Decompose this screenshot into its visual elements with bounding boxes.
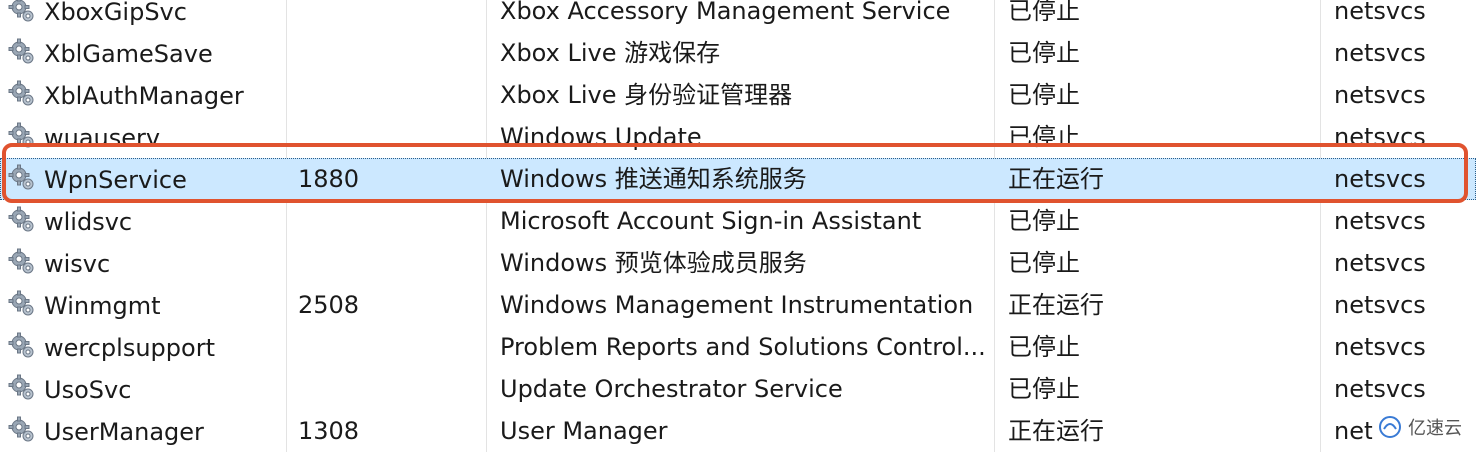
gear-icon [8, 80, 34, 106]
service-pid [298, 200, 478, 242]
service-name: XblGameSave [44, 40, 213, 68]
service-group: netsvcs [1334, 333, 1426, 361]
service-description: User Manager [500, 417, 668, 445]
service-name: wisvc [44, 250, 111, 278]
service-group: netsvcs [1334, 375, 1426, 403]
service-name-cell: XblGameSave [8, 32, 284, 74]
service-description: Xbox Accessory Management Service [500, 0, 951, 25]
service-name: UserManager [44, 418, 204, 446]
service-name-cell: wercplsupport [8, 326, 284, 368]
service-pid [298, 326, 478, 368]
service-row[interactable]: wisvc Windows 预览体验成员服务 已停止 netsvcs [0, 242, 1476, 284]
service-pid [298, 32, 478, 74]
gear-icon [8, 416, 34, 442]
service-name: XblAuthManager [44, 82, 244, 110]
service-group: netsvcs [1334, 207, 1426, 235]
service-status: 已停止 [1008, 333, 1080, 361]
service-row[interactable]: XblGameSave Xbox Live 游戏保存 已停止 netsvcs [0, 32, 1476, 74]
service-status: 已停止 [1008, 39, 1080, 67]
service-description: Problem Reports and Solutions Control... [500, 333, 986, 361]
service-description: Microsoft Account Sign-in Assistant [500, 207, 922, 235]
service-pid: 2508 [298, 291, 360, 319]
service-status: 正在运行 [1008, 291, 1104, 319]
service-name: Winmgmt [44, 292, 161, 320]
gear-icon [8, 290, 34, 316]
service-row[interactable]: wercplsupport Problem Reports and Solutio… [0, 326, 1476, 368]
service-description: Xbox Live 游戏保存 [500, 39, 721, 67]
service-pid [298, 242, 478, 284]
service-name: XboxGipSvc [44, 0, 187, 26]
service-name: wercplsupport [44, 334, 215, 362]
watermark: 亿速云 [1372, 412, 1462, 442]
service-status: 已停止 [1008, 81, 1080, 109]
service-name-cell: Winmgmt [8, 284, 284, 326]
service-name-cell: UsoSvc [8, 368, 284, 410]
service-status: 已停止 [1008, 249, 1080, 277]
service-row[interactable]: UserManager 1308 User Manager 正在运行 net [0, 410, 1476, 452]
service-description: Windows 预览体验成员服务 [500, 249, 807, 277]
service-group: netsvcs [1334, 39, 1426, 67]
service-name-cell: XboxGipSvc [8, 0, 284, 32]
service-group: netsvcs [1334, 291, 1426, 319]
gear-icon [8, 374, 34, 400]
service-status: 已停止 [1008, 207, 1080, 235]
service-name-cell: UserManager [8, 410, 284, 452]
service-name-cell: XblAuthManager [8, 74, 284, 116]
service-group: netsvcs [1334, 0, 1426, 25]
service-name: UsoSvc [44, 376, 132, 404]
service-name-cell: wisvc [8, 242, 284, 284]
service-row[interactable]: XblAuthManager Xbox Live 身份验证管理器 已停止 netsvc… [0, 74, 1476, 116]
service-name-cell: wlidsvc [8, 200, 284, 242]
services-table: XboxGipSvc Xbox Accessory Management Serv… [0, 0, 1476, 452]
gear-icon [8, 332, 34, 358]
service-row[interactable]: Winmgmt 2508 Windows Management Instrument… [0, 284, 1476, 326]
service-description: Update Orchestrator Service [500, 375, 843, 403]
service-row[interactable]: XboxGipSvc Xbox Accessory Management Serv… [0, 0, 1476, 32]
service-row[interactable]: UsoSvc Update Orchestrator Service 已停止 nets… [0, 368, 1476, 410]
gear-icon [8, 0, 34, 22]
service-pid: 1308 [298, 417, 360, 445]
gear-icon [8, 248, 34, 274]
watermark-text: 亿速云 [1408, 418, 1462, 439]
service-group: netsvcs [1334, 249, 1426, 277]
service-description: Xbox Live 身份验证管理器 [500, 81, 793, 109]
service-name: wlidsvc [44, 208, 133, 236]
service-pid [298, 74, 478, 116]
service-pid [298, 368, 478, 410]
service-group: netsvcs [1334, 81, 1426, 109]
service-description: Windows Management Instrumentation [500, 291, 974, 319]
service-pid [298, 0, 478, 32]
service-status: 已停止 [1008, 0, 1080, 25]
service-status: 已停止 [1008, 375, 1080, 403]
yisu-logo-icon [1379, 416, 1401, 438]
annotation-highlight-box [2, 143, 1468, 203]
service-row[interactable]: wlidsvc Microsoft Account Sign-in Assista… [0, 200, 1476, 242]
service-status: 正在运行 [1008, 417, 1104, 445]
gear-icon [8, 206, 34, 232]
gear-icon [8, 38, 34, 64]
